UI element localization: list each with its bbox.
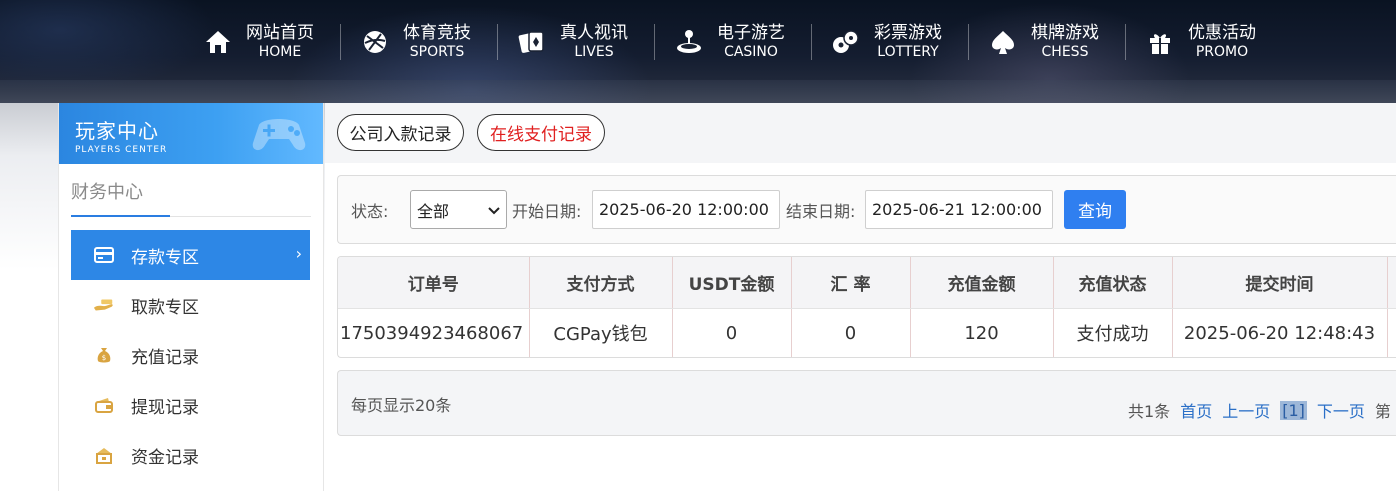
finance-menu: 存款专区 › 取款专区 $ 充值记录 提现记录 资金记录: [59, 230, 323, 480]
sidebar-item-label: 充值记录: [131, 347, 199, 368]
safe-icon: [93, 444, 115, 466]
sidebar-item-withdraw-records[interactable]: 提现记录: [71, 380, 310, 430]
table-header-row: 订单号 支付方式 USDT金额 汇 率 充值金额 充值状态 提交时间: [338, 257, 1396, 309]
cell-overflow: [1387, 308, 1396, 357]
cell-exchange-rate: 0: [791, 308, 911, 357]
cell-order-no: 1750394923468067: [338, 308, 530, 357]
end-date-input[interactable]: 2025-06-21 12:00:00: [865, 190, 1053, 229]
nav-divider: [340, 24, 341, 60]
home-icon: [200, 24, 236, 60]
nav-sports-sub: SPORTS: [409, 43, 465, 60]
nav-lottery-label: 彩票游戏: [874, 23, 942, 44]
table-row: 1750394923468067 CGPay钱包 0 0 120 支付成功 20…: [338, 308, 1396, 357]
col-header-submit-time: 提交时间: [1172, 257, 1388, 309]
nav-casino-label: 电子游艺: [717, 23, 785, 44]
nav-lives-label: 真人视讯: [560, 23, 628, 44]
pagination: 共1条 首页 上一页 [1] 下一页 第: [1128, 398, 1391, 422]
nav-item-home[interactable]: 网站首页 HOME: [200, 10, 326, 74]
first-page-link[interactable]: 首页: [1180, 398, 1212, 422]
col-header-order-no: 订单号: [338, 257, 530, 309]
spade-icon: [985, 24, 1021, 60]
current-page: [1]: [1280, 400, 1307, 420]
chevron-down-icon: [488, 200, 500, 219]
query-button[interactable]: 查询: [1064, 190, 1126, 229]
start-date-input[interactable]: 2025-06-20 12:00:00: [592, 190, 780, 229]
sidebar-item-recharge-records[interactable]: $ 充值记录: [71, 330, 310, 380]
cell-recharge-amount: 120: [910, 308, 1054, 357]
nav-item-promo[interactable]: 优惠活动 PROMO: [1142, 10, 1268, 74]
nav-divider: [968, 24, 969, 60]
nav-item-lives[interactable]: 真人视讯 LIVES: [514, 10, 640, 74]
tab-online-payment[interactable]: 在线支付记录: [477, 114, 605, 151]
ball-icon: [357, 24, 393, 60]
status-select-value: 全部: [417, 201, 450, 221]
col-header-payment-method: 支付方式: [529, 257, 673, 309]
players-center-header: 玩家中心 PLAYERS CENTER: [59, 103, 323, 164]
cell-payment-method: CGPay钱包: [529, 308, 673, 357]
sidebar-item-label: 提现记录: [131, 397, 199, 418]
cell-submit-time: 2025-06-20 12:48:43: [1172, 308, 1388, 357]
sidebar-item-label: 存款专区: [131, 247, 199, 268]
nav-divider: [811, 24, 812, 60]
record-tabs: 公司入款记录 在线支付记录: [325, 103, 1396, 163]
nav-divider: [654, 24, 655, 60]
col-header-recharge-status: 充值状态: [1053, 257, 1173, 309]
cell-usdt-amount: 0: [672, 308, 792, 357]
cash-hand-icon: [93, 294, 115, 316]
sidebar-item-deposit[interactable]: 存款专区 ›: [71, 230, 310, 280]
next-page-link[interactable]: 下一页: [1317, 398, 1365, 422]
nav-item-chess[interactable]: 棋牌游戏 CHESS: [985, 10, 1111, 74]
filter-bar: 状态: 全部 开始日期: 2025-06-20 12:00:00 结束日期: 2…: [337, 175, 1396, 244]
gamepad-icon: [249, 111, 309, 159]
cell-recharge-status: 支付成功: [1053, 308, 1173, 357]
svg-text:$: $: [102, 354, 106, 362]
status-select[interactable]: 全部: [410, 190, 507, 229]
nav-home-sub: HOME: [258, 43, 302, 60]
per-page-info: 每页显示20条: [351, 396, 452, 415]
sidebar-item-withdraw[interactable]: 取款专区: [71, 280, 310, 330]
wallet-icon: [93, 394, 115, 416]
joystick-icon: [671, 24, 707, 60]
cards-icon: [514, 24, 550, 60]
main-nav: 网站首页 HOME 体育竞技 SPORTS 真人视讯 LIVES 电子游艺 CA…: [200, 10, 1268, 74]
gift-icon: [1142, 24, 1178, 60]
nav-item-lottery[interactable]: 彩票游戏 LOTTERY: [828, 10, 954, 74]
sidebar-item-label: 资金记录: [131, 447, 199, 468]
finance-center-title: 财务中心: [71, 178, 311, 217]
status-label: 状态:: [351, 201, 389, 221]
col-header-overflow: [1387, 257, 1396, 309]
nav-chess-sub: CHESS: [1041, 43, 1089, 60]
card-icon: [93, 244, 115, 266]
nav-divider: [1125, 24, 1126, 60]
player-sidebar: 玩家中心 PLAYERS CENTER 财务中心 存款专区 › 取款专区 $ 充…: [58, 103, 324, 491]
prev-page-link[interactable]: 上一页: [1222, 398, 1270, 422]
col-header-usdt-amount: USDT金额: [672, 257, 792, 309]
tab-company-deposit[interactable]: 公司入款记录: [337, 114, 464, 151]
nav-sports-label: 体育竞技: [403, 23, 471, 44]
nav-divider: [497, 24, 498, 60]
col-header-exchange-rate: 汇 率: [791, 257, 911, 309]
nav-item-casino[interactable]: 电子游艺 CASINO: [671, 10, 797, 74]
pagination-panel: 每页显示20条 共1条 首页 上一页 [1] 下一页 第: [337, 370, 1396, 436]
nav-promo-label: 优惠活动: [1188, 23, 1256, 44]
main-panel: 公司入款记录 在线支付记录 状态: 全部 开始日期: 2025-06-20 12…: [325, 103, 1396, 491]
lottery-balls-icon: [828, 24, 864, 60]
chevron-right-icon: ›: [295, 244, 302, 263]
nav-lottery-sub: LOTTERY: [877, 43, 939, 60]
nav-lives-sub: LIVES: [574, 43, 614, 60]
page-jump-label: 第: [1374, 402, 1391, 421]
nav-promo-sub: PROMO: [1195, 43, 1249, 60]
total-count: 共1条: [1128, 402, 1171, 421]
sidebar-item-label: 取款专区: [131, 297, 199, 318]
nav-casino-sub: CASINO: [724, 43, 778, 60]
nav-home-label: 网站首页: [246, 23, 314, 44]
nav-chess-label: 棋牌游戏: [1031, 23, 1099, 44]
col-header-recharge-amount: 充值金额: [910, 257, 1054, 309]
payment-records-table: 订单号 支付方式 USDT金额 汇 率 充值金额 充值状态 提交时间 17503…: [337, 256, 1396, 358]
end-date-label: 结束日期:: [786, 201, 856, 221]
sidebar-item-fund-records[interactable]: 资金记录: [71, 430, 310, 480]
start-date-label: 开始日期:: [512, 201, 582, 221]
nav-item-sports[interactable]: 体育竞技 SPORTS: [357, 10, 483, 74]
money-bag-icon: $: [93, 344, 115, 366]
